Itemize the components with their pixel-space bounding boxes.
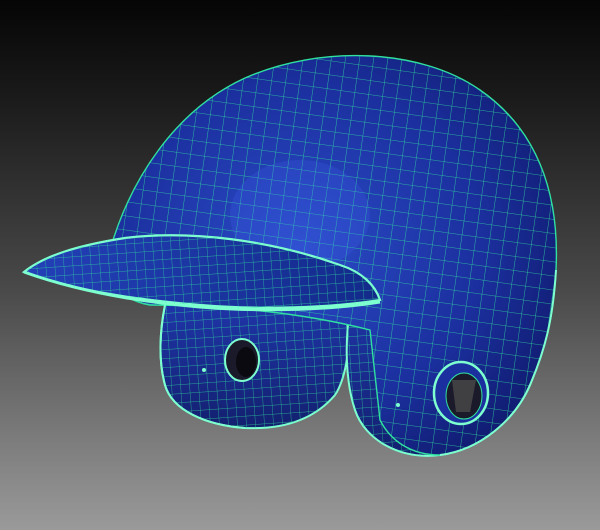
left-ear-flap <box>159 304 350 430</box>
helmet-render <box>21 54 558 457</box>
render-viewport <box>0 0 600 530</box>
